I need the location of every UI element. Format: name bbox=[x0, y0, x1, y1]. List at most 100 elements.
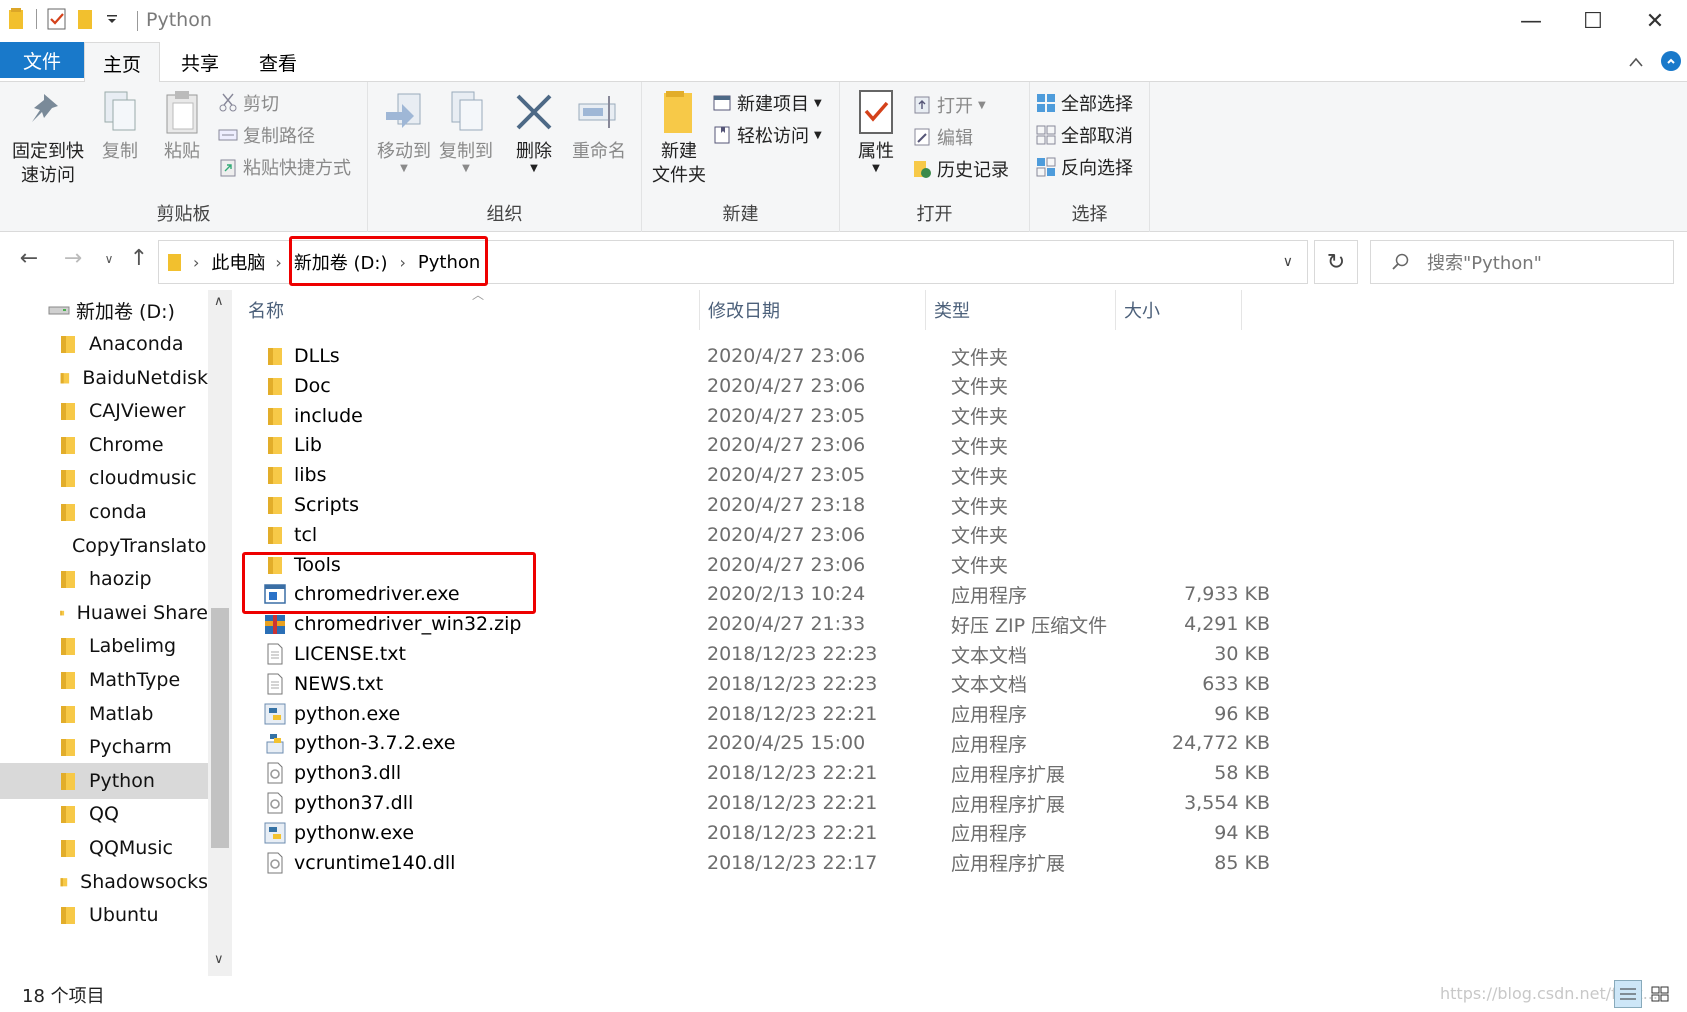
column-header-size[interactable]: 大小 bbox=[1116, 290, 1242, 330]
nav-item-folder[interactable]: Ubuntu bbox=[0, 897, 208, 933]
nav-scrollbar[interactable]: ∧ ∨ bbox=[208, 290, 232, 976]
nav-item-folder[interactable]: Shadowsocks bbox=[0, 864, 208, 900]
file-row[interactable]: python.exe 2018/12/23 22:21 应用程序 96 KB bbox=[240, 698, 1280, 730]
column-header-name[interactable]: 名称 bbox=[240, 290, 700, 330]
file-row[interactable]: Scripts 2020/4/27 23:18 文件夹 bbox=[240, 489, 1280, 521]
tab-home[interactable]: 主页 bbox=[84, 42, 160, 83]
file-name-cell[interactable]: python37.dll bbox=[264, 787, 413, 819]
new-folder-button[interactable]: 新建 文件夹 bbox=[648, 88, 710, 188]
file-row[interactable]: tcl 2020/4/27 23:06 文件夹 bbox=[240, 519, 1280, 551]
file-row[interactable]: libs 2020/4/27 23:05 文件夹 bbox=[240, 459, 1280, 491]
pin-to-quick-access-button[interactable]: 固定到快 速访问 bbox=[10, 88, 86, 188]
nav-item-folder[interactable]: cloudmusic bbox=[0, 460, 208, 496]
nav-item-folder[interactable]: Anaconda bbox=[0, 326, 208, 362]
tab-share[interactable]: 共享 bbox=[162, 42, 238, 82]
details-view-icon[interactable] bbox=[1614, 980, 1642, 1008]
open-button[interactable]: 打开 ▼ bbox=[912, 90, 986, 120]
select-all-button[interactable]: 全部选择 bbox=[1036, 88, 1133, 118]
nav-item-folder[interactable]: conda bbox=[0, 494, 208, 530]
file-name-cell[interactable]: Lib bbox=[264, 429, 322, 461]
file-name-cell[interactable]: Scripts bbox=[264, 489, 359, 521]
large-icons-view-icon[interactable] bbox=[1646, 980, 1674, 1008]
copy-button[interactable]: 复制 bbox=[92, 88, 148, 164]
tab-file[interactable]: 文件 bbox=[0, 42, 84, 78]
up-arrow-icon[interactable]: ↑ bbox=[124, 246, 154, 271]
scroll-up-icon[interactable]: ∧ bbox=[214, 294, 224, 309]
close-button[interactable]: ✕ bbox=[1624, 0, 1686, 42]
nav-item-folder[interactable]: Matlab bbox=[0, 696, 208, 732]
rename-button[interactable]: 重命名 bbox=[564, 88, 634, 164]
edit-button[interactable]: 编辑 bbox=[912, 122, 973, 152]
invert-selection-button[interactable]: 反向选择 bbox=[1036, 152, 1133, 182]
delete-button[interactable]: 删除 ▼ bbox=[506, 88, 562, 174]
copy-path-button[interactable]: 复制路径 bbox=[218, 120, 315, 150]
nav-item-folder[interactable]: Huawei Share bbox=[0, 595, 208, 631]
copy-to-button[interactable]: 复制到 ▼ bbox=[436, 88, 496, 174]
refresh-icon[interactable]: ↻ bbox=[1314, 240, 1358, 284]
file-row[interactable]: python37.dll 2018/12/23 22:21 应用程序扩展 3,554 … bbox=[240, 787, 1280, 819]
nav-item-drive[interactable]: 新加卷 (D:) bbox=[0, 292, 208, 328]
file-row[interactable]: Lib 2020/4/27 23:06 文件夹 bbox=[240, 429, 1280, 461]
file-name-cell[interactable]: LICENSE.txt bbox=[264, 638, 406, 670]
properties-button[interactable]: 属性 ▼ bbox=[848, 88, 904, 174]
new-folder-icon[interactable] bbox=[77, 8, 95, 30]
address-dropdown-icon[interactable]: ∨ bbox=[1283, 254, 1293, 270]
breadcrumb-chevron-icon[interactable]: › bbox=[193, 253, 199, 272]
file-name-cell[interactable]: Doc bbox=[264, 370, 331, 402]
collapse-ribbon-icon[interactable] bbox=[1628, 56, 1644, 68]
file-name-cell[interactable]: python3.dll bbox=[264, 757, 401, 789]
file-name-cell[interactable]: tcl bbox=[264, 519, 317, 551]
file-name-cell[interactable]: DLLs bbox=[264, 340, 340, 372]
new-item-button[interactable]: 新建项目 ▼ bbox=[712, 88, 822, 118]
maximize-button[interactable]: ☐ bbox=[1562, 0, 1624, 42]
select-none-button[interactable]: 全部取消 bbox=[1036, 120, 1133, 150]
nav-item-folder[interactable]: CopyTranslator bbox=[0, 528, 208, 564]
recent-locations-chevron-icon[interactable]: ∨ bbox=[94, 252, 124, 266]
file-row[interactable]: include 2020/4/27 23:05 文件夹 bbox=[240, 400, 1280, 432]
file-row[interactable]: LICENSE.txt 2018/12/23 22:23 文本文档 30 KB bbox=[240, 638, 1280, 670]
file-row[interactable]: vcruntime140.dll 2018/12/23 22:17 应用程序扩展 85… bbox=[240, 847, 1280, 879]
nav-item-folder[interactable]: Labelimg bbox=[0, 628, 208, 664]
file-name-cell[interactable]: NEWS.txt bbox=[264, 668, 383, 700]
nav-item-folder[interactable]: MathType bbox=[0, 662, 208, 698]
tab-view[interactable]: 查看 bbox=[240, 42, 316, 82]
file-name-cell[interactable]: vcruntime140.dll bbox=[264, 847, 455, 879]
nav-item-folder[interactable]: CAJViewer bbox=[0, 393, 208, 429]
nav-item-folder[interactable]: BaiduNetdisk bbox=[0, 360, 208, 396]
scrollbar-thumb[interactable] bbox=[211, 608, 229, 848]
help-icon[interactable] bbox=[1660, 50, 1682, 72]
file-row[interactable]: DLLs 2020/4/27 23:06 文件夹 bbox=[240, 340, 1280, 372]
file-name-cell[interactable]: pythonw.exe bbox=[264, 817, 414, 849]
file-row[interactable]: python3.dll 2018/12/23 22:21 应用程序扩展 58 KB bbox=[240, 757, 1280, 789]
file-row[interactable]: python-3.7.2.exe 2020/4/25 15:00 应用程序 24,77… bbox=[240, 727, 1280, 759]
breadcrumb-chevron-icon[interactable]: › bbox=[275, 253, 281, 272]
properties-icon[interactable] bbox=[47, 8, 67, 30]
paste-shortcut-button[interactable]: 粘贴快捷方式 bbox=[218, 152, 351, 182]
column-header-date[interactable]: 修改日期 bbox=[700, 290, 926, 330]
nav-item-folder[interactable]: Python bbox=[0, 762, 208, 799]
file-row[interactable]: Doc 2020/4/27 23:06 文件夹 bbox=[240, 370, 1280, 402]
column-header-type[interactable]: 类型 bbox=[926, 290, 1116, 330]
minimize-button[interactable]: — bbox=[1500, 0, 1562, 42]
back-arrow-icon[interactable]: ← bbox=[14, 246, 44, 271]
easy-access-button[interactable]: 轻松访问 ▼ bbox=[712, 120, 822, 150]
nav-item-folder[interactable]: QQMusic bbox=[0, 830, 208, 866]
nav-item-folder[interactable]: QQ bbox=[0, 796, 208, 832]
search-box[interactable]: 搜索"Python" bbox=[1370, 240, 1674, 284]
breadcrumb-this-pc[interactable]: 此电脑 bbox=[211, 249, 265, 275]
paste-button[interactable]: 粘贴 bbox=[154, 88, 210, 164]
history-button[interactable]: 历史记录 bbox=[912, 154, 1009, 184]
forward-arrow-icon[interactable]: → bbox=[58, 246, 88, 271]
file-name-cell[interactable]: libs bbox=[264, 459, 327, 491]
file-row[interactable]: pythonw.exe 2018/12/23 22:21 应用程序 94 KB bbox=[240, 817, 1280, 849]
nav-item-folder[interactable]: haozip bbox=[0, 561, 208, 597]
scroll-down-icon[interactable]: ∨ bbox=[214, 952, 224, 967]
cut-button[interactable]: 剪切 bbox=[218, 88, 279, 118]
file-name-cell[interactable]: python.exe bbox=[264, 698, 400, 730]
nav-item-folder[interactable]: Chrome bbox=[0, 427, 208, 463]
file-name-cell[interactable]: include bbox=[264, 400, 363, 432]
file-row[interactable]: NEWS.txt 2018/12/23 22:23 文本文档 633 KB bbox=[240, 668, 1280, 700]
file-name-cell[interactable]: python-3.7.2.exe bbox=[264, 727, 455, 759]
move-to-button[interactable]: 移动到 ▼ bbox=[374, 88, 434, 174]
nav-item-folder[interactable]: Pycharm bbox=[0, 729, 208, 765]
